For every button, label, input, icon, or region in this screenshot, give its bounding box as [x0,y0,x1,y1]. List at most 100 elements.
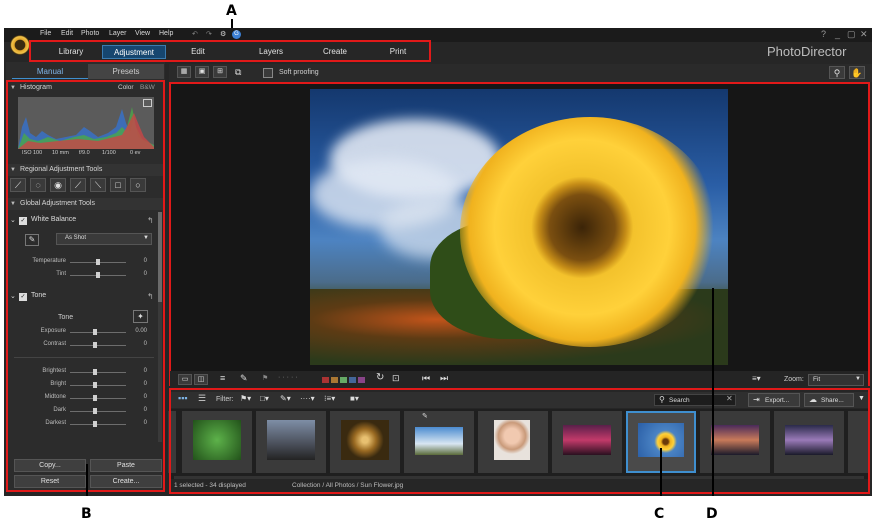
slider-dark[interactable]: Dark 0 [6,407,156,417]
update-icon[interactable]: G [232,30,241,39]
slider-track[interactable] [70,369,126,375]
menu-file[interactable]: File [40,30,51,37]
label-orange[interactable] [331,377,338,383]
gradient-mask-icon[interactable]: ⟍ [90,178,106,192]
help-icon[interactable]: ? [821,29,826,39]
slider-temperature[interactable]: Temperature 0 [6,258,156,268]
slider-tint[interactable]: Tint 0 [6,271,156,281]
tab-create[interactable]: Create [302,45,368,59]
slider-track[interactable] [70,342,126,348]
menu-edit[interactable]: Edit [61,30,73,37]
filter-labels-icon[interactable]: □▾ [260,394,269,403]
slider-track[interactable] [70,421,126,427]
filter-rating-icon[interactable]: ····▾ [300,394,315,403]
tone-checkbox[interactable]: ✓ [19,293,27,301]
single-view-icon[interactable]: ▣ [195,66,209,78]
minimize-icon[interactable]: _ [835,29,840,39]
slider-thumb[interactable] [93,382,98,388]
zoom-select[interactable]: Fit ▼ [808,374,864,386]
slider-track[interactable] [70,395,126,401]
label-purple[interactable] [358,377,365,383]
rating-stars[interactable]: ····· [278,374,300,381]
menu-layer[interactable]: Layer [109,30,127,37]
clear-search-icon[interactable]: ✕ [726,394,733,403]
reset-tone-icon[interactable]: ↰ [147,292,154,301]
histogram-bw-toggle[interactable]: B&W [140,84,155,91]
photo-viewer[interactable] [170,83,868,371]
redo-icon[interactable]: ↷ [206,30,212,38]
slider-contrast[interactable]: Contrast 0 [6,341,156,351]
slider-track[interactable] [70,382,126,388]
reset-button[interactable]: Reset [14,475,86,488]
wb-preset-select[interactable]: As Shot ▼ [56,233,152,245]
histogram-color-toggle[interactable]: Color [118,84,134,91]
settings-gear-icon[interactable]: ⚙ [220,30,226,38]
slider-thumb[interactable] [96,259,100,265]
copy-button[interactable]: Copy... [14,459,86,472]
adjustment-brush-icon[interactable]: ⟋ [70,178,86,192]
filter-flags-icon[interactable]: ⚑▾ [240,394,251,403]
crop-icon[interactable]: ⟋ [10,178,26,192]
label-red[interactable] [322,377,329,383]
scrollbar-thumb[interactable] [158,212,162,302]
global-tools-header[interactable]: ▼ Global Adjustment Tools [6,198,165,210]
zoom-search-icon[interactable]: ⚲ [829,66,845,79]
filmstrip-scrollbar[interactable] [174,476,864,479]
menu-help[interactable]: Help [159,30,173,37]
thumbnail[interactable] [848,411,868,473]
tab-presets[interactable]: Presets [88,64,164,79]
label-green[interactable] [340,377,347,383]
spot-removal-icon[interactable]: ◌ [30,178,46,192]
thumbnail[interactable] [552,411,622,473]
slider-midtone[interactable]: Midtone 0 [6,394,156,404]
tab-edit[interactable]: Edit [166,45,230,59]
slider-brightest[interactable]: Brightest 0 [6,368,156,378]
thumbnail[interactable] [478,411,548,473]
select-options-icon[interactable]: ■▾ [350,394,359,403]
thumbnail[interactable] [330,411,400,473]
label-blue[interactable] [349,377,356,383]
tab-adjustment[interactable]: Adjustment [102,45,166,59]
slider-thumb[interactable] [96,272,100,278]
thumbnail[interactable] [256,411,326,473]
share-dropdown-icon[interactable]: ▼ [858,395,865,402]
flag-icon[interactable]: ⚑ [262,374,268,382]
maximize-icon[interactable]: ▢ [847,29,856,40]
slider-darkest[interactable]: Darkest 0 [6,420,156,430]
tab-layers[interactable]: Layers [240,45,302,59]
eyedropper-icon[interactable]: ✎ [25,234,39,246]
menu-photo[interactable]: Photo [81,30,99,37]
app-logo[interactable] [10,35,30,55]
compare-view-icon[interactable]: ▦ [177,66,191,78]
paste-button[interactable]: Paste [90,459,162,472]
thumbnail[interactable]: ✎ [404,411,474,473]
slider-thumb[interactable] [93,408,98,414]
clipping-warning-icon[interactable] [143,99,152,107]
share-button[interactable]: ☁ Share... [804,393,854,407]
reset-wb-icon[interactable]: ↰ [147,216,154,225]
display-options-icon[interactable]: ≡▾ [752,374,761,383]
radial-filter-icon[interactable]: ○ [130,178,146,192]
crop-overlay-icon[interactable]: ⊡ [392,373,400,384]
slider-thumb[interactable] [93,395,98,401]
thumbnail[interactable] [700,411,770,473]
regional-tools-header[interactable]: ▼ Regional Adjustment Tools [6,164,165,176]
undo-edits-icon[interactable]: ≡ [220,373,225,383]
export-button[interactable]: ⇥ Export... [748,393,800,407]
single-photo-icon[interactable]: ▭ [178,374,192,385]
undo-icon[interactable]: ↶ [192,30,198,38]
slider-track[interactable] [70,259,126,265]
slider-bright[interactable]: Bright 0 [6,381,156,391]
filmstrip-view-icon[interactable]: ▪▪▪ [178,393,188,403]
auto-tone-icon[interactable]: ✦ [133,310,148,323]
hand-tool-icon[interactable]: ✋ [849,66,865,79]
close-icon[interactable]: ✕ [860,29,868,40]
white-balance-checkbox[interactable]: ✓ [19,217,27,225]
edit-brush-icon[interactable]: ✎ [240,373,248,384]
slider-track[interactable] [70,272,126,278]
slider-thumb[interactable] [93,369,98,375]
thumbnail[interactable] [168,411,176,473]
search-input[interactable]: ⚲ Search [654,394,736,406]
red-eye-icon[interactable]: ◉ [50,178,66,192]
compare-photos-icon[interactable]: ◫ [194,374,208,385]
